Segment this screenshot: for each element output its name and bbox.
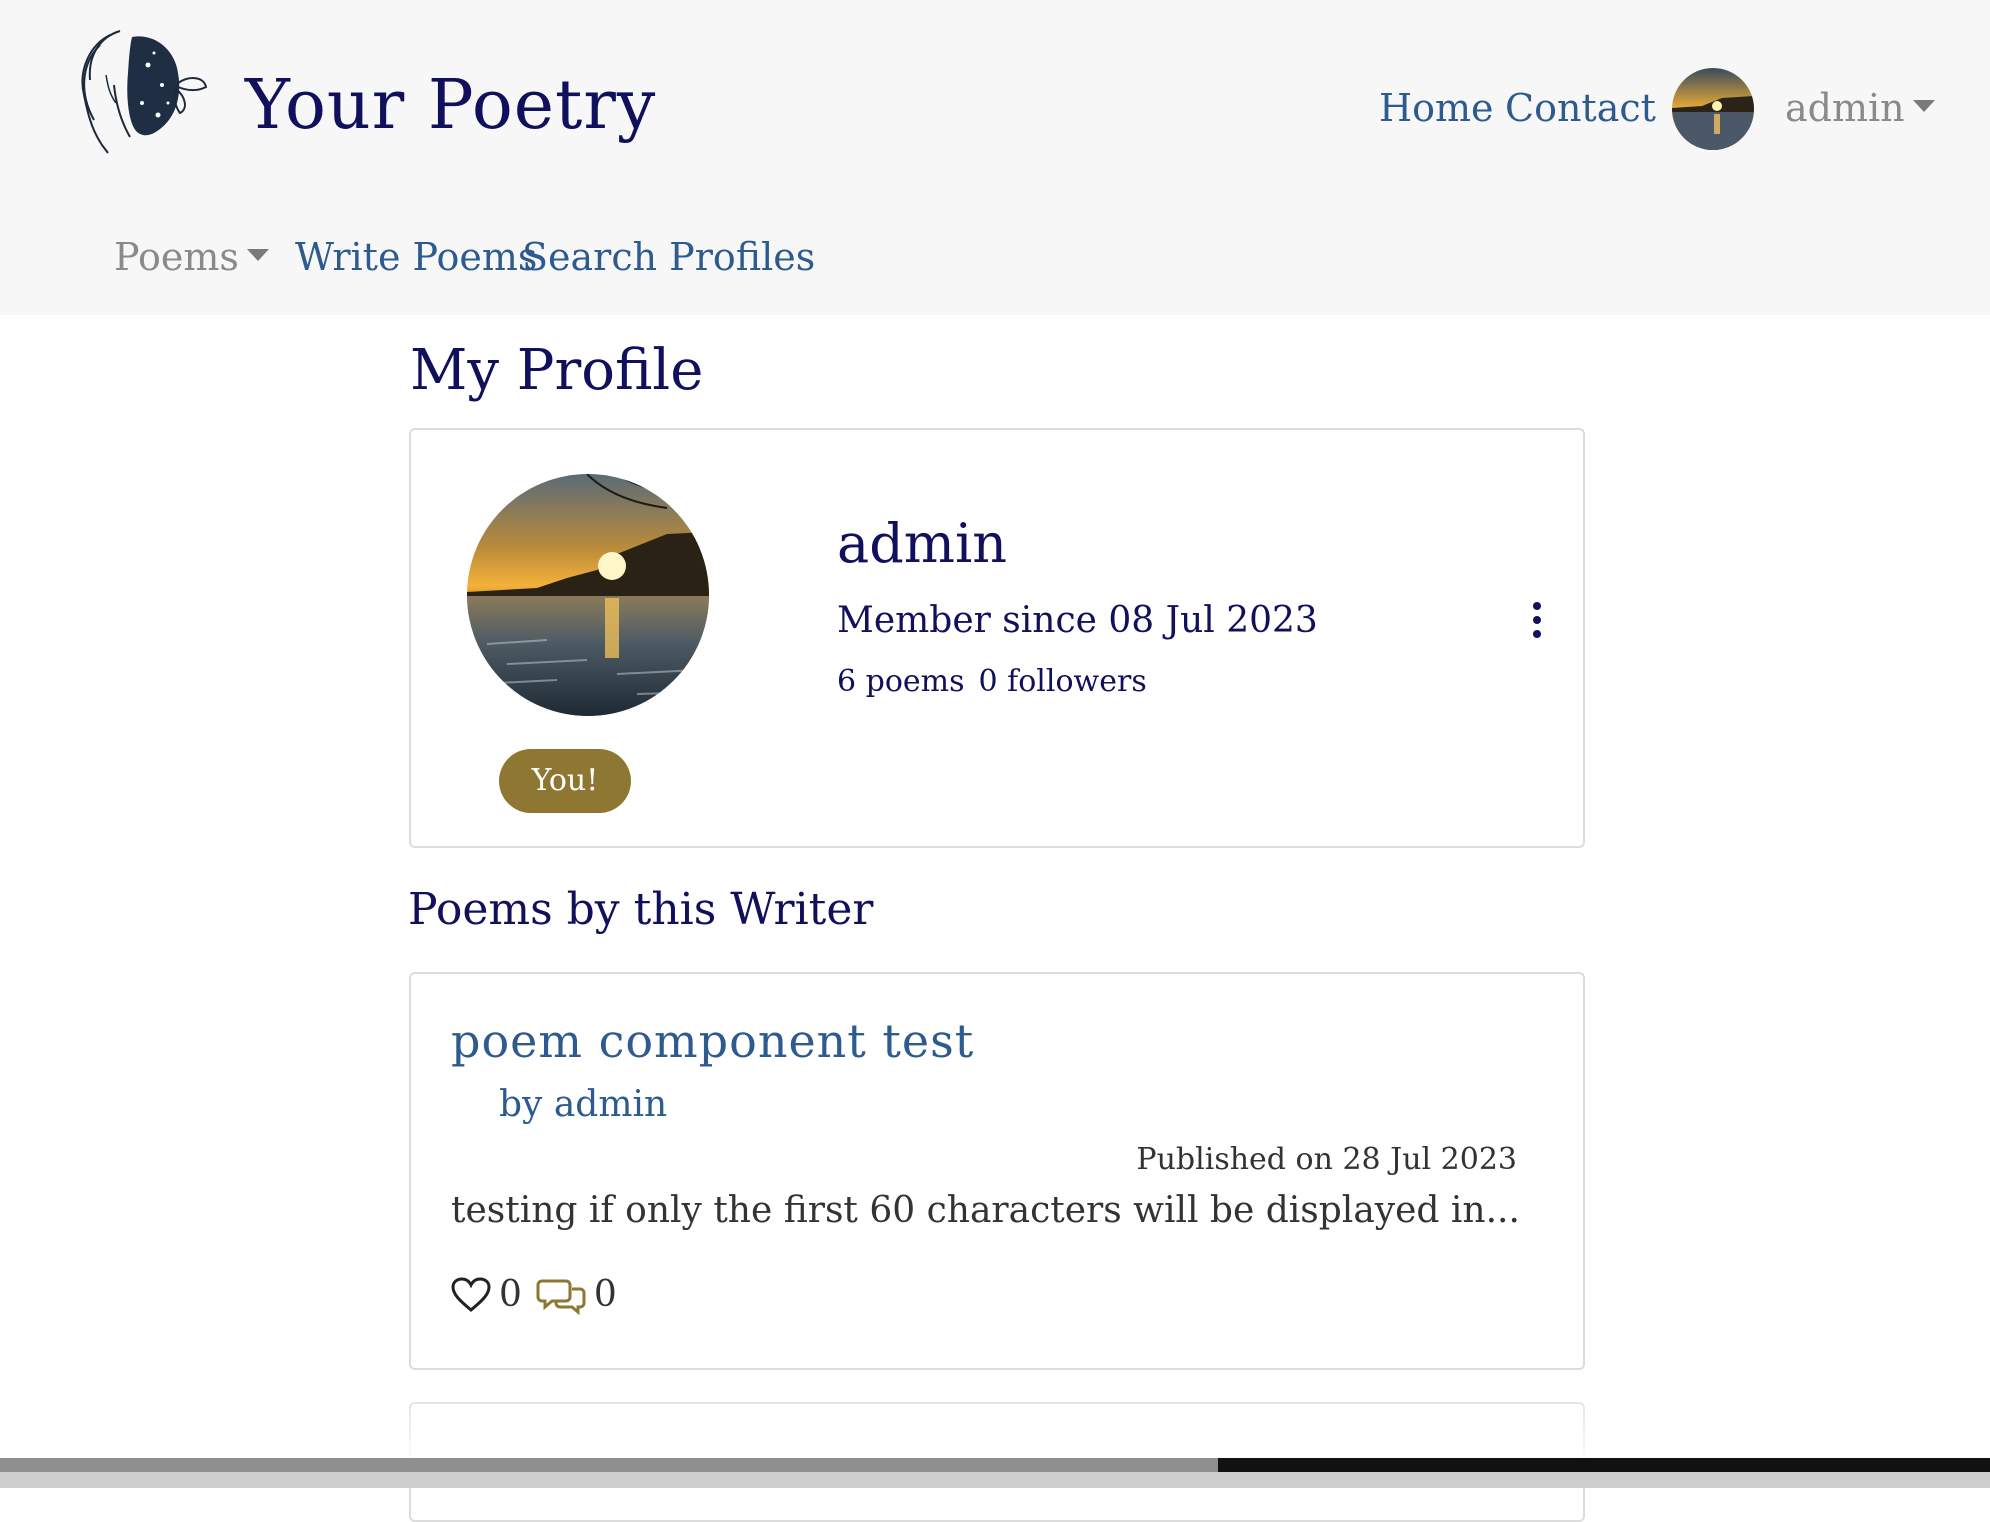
kebab-vertical-icon[interactable] <box>1527 602 1547 646</box>
section-title: Poems by this Writer <box>408 884 874 935</box>
profile-name: admin <box>837 512 1008 575</box>
brand-title[interactable]: Your Poetry <box>245 66 656 145</box>
nav-write-poems-link[interactable]: Write Poems <box>295 235 537 279</box>
likes-count: 0 <box>499 1274 522 1315</box>
navbar: Your Poetry Home Contact admin Poems Wri… <box>0 0 1990 315</box>
user-dropdown[interactable]: admin <box>1785 86 1935 130</box>
chevron-down-icon <box>1912 99 1935 112</box>
heart-outline-icon[interactable] <box>451 1276 491 1313</box>
profile-card: You! admin Member since 08 Jul 2023 6 po… <box>409 428 1585 848</box>
profile-stats: 6 poems 0 followers <box>837 664 1147 699</box>
poem-actions: 0 0 <box>451 1274 617 1315</box>
you-badge: You! <box>499 749 631 813</box>
page-title: My Profile <box>410 338 704 403</box>
nav-search-profiles-link[interactable]: Search Profiles <box>522 235 815 279</box>
poem-published-date: Published on 28 Jul 2023 <box>1136 1142 1517 1177</box>
chat-bubbles-icon[interactable] <box>536 1275 588 1315</box>
nav-avatar[interactable] <box>1672 68 1754 150</box>
poems-count: 6 poems <box>837 664 965 699</box>
followers-count: 0 followers <box>978 664 1147 699</box>
poems-dropdown-label: Poems <box>114 235 239 279</box>
poems-dropdown[interactable]: Poems <box>114 235 269 279</box>
member-since: Member since 08 Jul 2023 <box>837 600 1318 641</box>
poem-title-link[interactable]: poem component test <box>451 1014 974 1068</box>
poem-author[interactable]: by admin <box>499 1084 667 1125</box>
profile-avatar <box>467 474 709 716</box>
comments-count: 0 <box>593 1274 617 1315</box>
chevron-down-icon <box>246 248 269 261</box>
nav-contact-link[interactable]: Contact <box>1505 86 1656 130</box>
poem-excerpt: testing if only the first 60 characters … <box>451 1190 1520 1231</box>
os-taskbar-strip <box>0 1472 1990 1488</box>
user-dropdown-label: admin <box>1785 86 1905 130</box>
poem-card: poem component test by admin Published o… <box>409 972 1585 1370</box>
logo-illustration-icon[interactable] <box>70 25 210 160</box>
nav-home-link[interactable]: Home <box>1379 86 1494 130</box>
